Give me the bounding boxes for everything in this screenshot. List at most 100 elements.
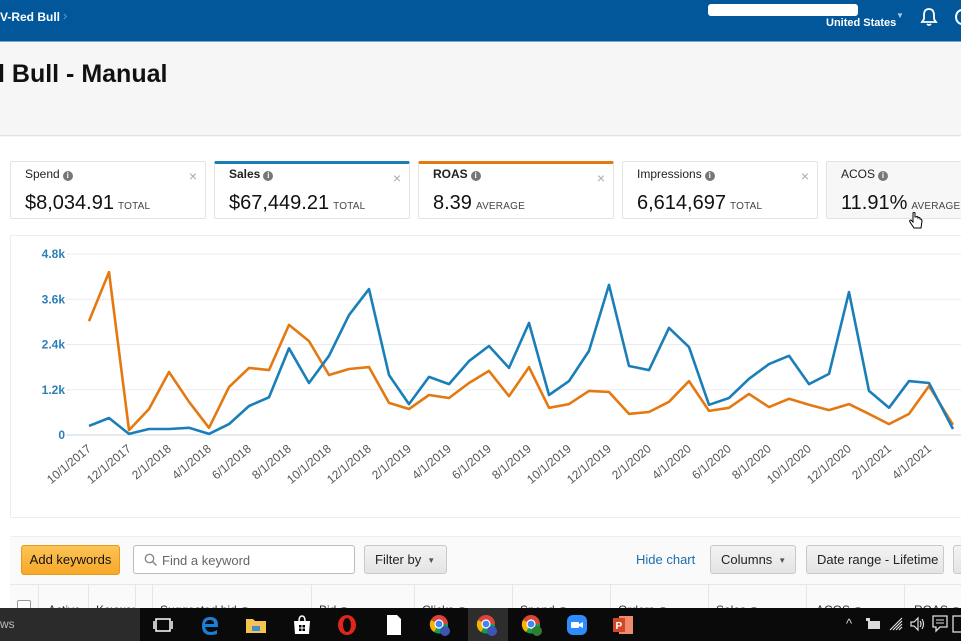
notepad-icon[interactable] — [382, 613, 406, 637]
chrome-profile-active-icon[interactable] — [475, 613, 499, 637]
data-point-roas — [807, 403, 811, 407]
data-point-sales — [547, 393, 551, 397]
opera-browser-icon[interactable] — [335, 613, 359, 637]
x-tick-label: 6/1/2018 — [209, 441, 254, 482]
chrome-profile-green-icon[interactable] — [520, 613, 544, 637]
keyword-search-input[interactable] — [162, 551, 347, 569]
metric-card-sales[interactable]: Sales i × $67,449.21 TOTAL — [214, 161, 410, 219]
data-point-sales — [187, 426, 191, 430]
x-tick-label: 4/1/2018 — [169, 441, 214, 482]
data-point-roas — [627, 412, 631, 416]
metric-card-acos[interactable]: ACOS i 11.91% AVERAGE — [826, 161, 961, 229]
info-icon[interactable]: i — [62, 171, 73, 181]
data-point-sales — [287, 346, 291, 350]
microsoft-store-icon[interactable] — [290, 613, 314, 637]
x-tick-label: 2/1/2018 — [129, 441, 174, 482]
taskbar-search-box[interactable]: ws — [0, 608, 140, 641]
data-point-sales — [667, 326, 671, 330]
data-point-roas — [867, 412, 871, 416]
close-icon[interactable]: × — [393, 170, 401, 186]
metric-card-spend[interactable]: Spend i × $8,034.91 TOTAL — [10, 161, 206, 219]
data-point-sales — [927, 381, 931, 385]
data-point-sales — [567, 379, 571, 383]
chrome-profile-icon[interactable] — [428, 613, 452, 637]
data-point-sales — [887, 406, 891, 410]
data-point-sales — [267, 395, 271, 399]
x-tick-label: 4/1/2019 — [409, 441, 454, 482]
tray-chevron-up-icon[interactable]: ^ — [846, 616, 852, 631]
data-point-sales — [627, 364, 631, 368]
data-point-sales — [307, 381, 311, 385]
main-content: Spend i × $8,034.91 TOTAL Sales i × $67,449… — [0, 137, 961, 625]
add-keywords-button[interactable]: Add keywords — [21, 545, 120, 575]
metric-card-impressions[interactable]: Impressions i × 6,614,697 TOTAL — [622, 161, 818, 219]
data-point-roas — [407, 407, 411, 411]
y-tick-label: 2.4k — [42, 338, 66, 352]
zoom-app-icon[interactable] — [565, 613, 589, 637]
data-point-sales — [327, 354, 331, 358]
export-button[interactable] — [953, 545, 961, 574]
data-point-roas — [647, 410, 651, 414]
marketplace-selector[interactable]: United States — [826, 17, 896, 29]
metric-value: $67,449.21 TOTAL — [229, 192, 366, 214]
series-line-sales — [88, 283, 955, 436]
info-icon[interactable]: i — [263, 171, 274, 181]
hand-cursor-icon — [909, 212, 923, 229]
series-line-roas — [87, 270, 955, 432]
close-icon[interactable]: × — [597, 170, 605, 186]
top-navigation-bar: V-Red Bull › United States ▼ — [0, 0, 961, 42]
filter-by-dropdown[interactable]: Filter by ▼ — [364, 545, 447, 574]
metric-card-roas[interactable]: ROAS i × 8.39 AVERAGE — [418, 161, 614, 219]
data-point-roas — [667, 400, 671, 404]
data-point-sales — [207, 432, 211, 436]
data-point-sales — [687, 345, 691, 349]
data-point-sales — [147, 427, 151, 431]
breadcrumb-chevron-icon: › — [63, 8, 68, 23]
notifications-icon[interactable] — [932, 615, 948, 633]
data-point-sales — [347, 313, 351, 317]
wifi-icon[interactable] — [888, 616, 904, 632]
edge-browser-icon[interactable] — [198, 613, 222, 637]
data-point-sales — [527, 321, 531, 325]
file-explorer-icon[interactable] — [244, 613, 268, 637]
data-point-sales — [407, 402, 411, 406]
metric-label: Sales i — [229, 167, 274, 181]
info-icon[interactable]: i — [470, 171, 481, 181]
volume-icon[interactable] — [909, 616, 927, 632]
info-icon[interactable]: i — [704, 171, 715, 181]
info-icon[interactable]: i — [878, 171, 889, 181]
data-point-roas — [767, 405, 771, 409]
breadcrumb-portfolio[interactable]: V-Red Bull — [0, 10, 60, 24]
metric-label: ACOS i — [841, 167, 889, 181]
data-point-roas — [567, 402, 571, 406]
x-tick-label: 12/1/2020 — [804, 441, 854, 486]
columns-dropdown[interactable]: Columns ▼ — [710, 545, 796, 574]
date-range-button[interactable]: Date range - Lifetime — [806, 545, 944, 574]
keyword-search[interactable] — [133, 545, 355, 574]
metric-label: Spend i — [25, 167, 73, 181]
y-tick-label: 3.6k — [42, 292, 66, 306]
line-chart: 01.2k2.4k3.6k4.8k10/1/201712/1/20172/1/2… — [42, 247, 961, 487]
data-point-roas — [447, 396, 451, 400]
bell-icon[interactable] — [920, 7, 938, 32]
data-point-sales — [607, 283, 611, 287]
task-view-icon[interactable] — [151, 613, 175, 637]
powerpoint-icon[interactable]: P — [611, 613, 635, 637]
data-point-roas — [907, 412, 911, 416]
help-icon[interactable] — [955, 9, 961, 25]
show-desktop-icon[interactable] — [952, 615, 961, 633]
battery-icon[interactable] — [864, 616, 882, 632]
data-point-sales — [367, 287, 371, 291]
data-point-roas — [427, 393, 431, 397]
svg-text:P: P — [616, 621, 623, 632]
data-point-roas — [347, 367, 351, 371]
y-tick-label: 1.2k — [42, 383, 66, 397]
data-point-roas — [527, 365, 531, 369]
data-point-roas — [547, 406, 551, 410]
performance-chart: 0 1.2k 2.4k 3.6k 4.8k 10/1/2017 12/1/2017 2/1/2… — [10, 235, 961, 518]
close-icon[interactable]: × — [189, 168, 197, 184]
hide-chart-link[interactable]: Hide chart — [636, 552, 695, 567]
x-tick-label: 12/1/2018 — [324, 441, 374, 486]
redacted-account-name — [708, 4, 858, 16]
close-icon[interactable]: × — [801, 168, 809, 184]
